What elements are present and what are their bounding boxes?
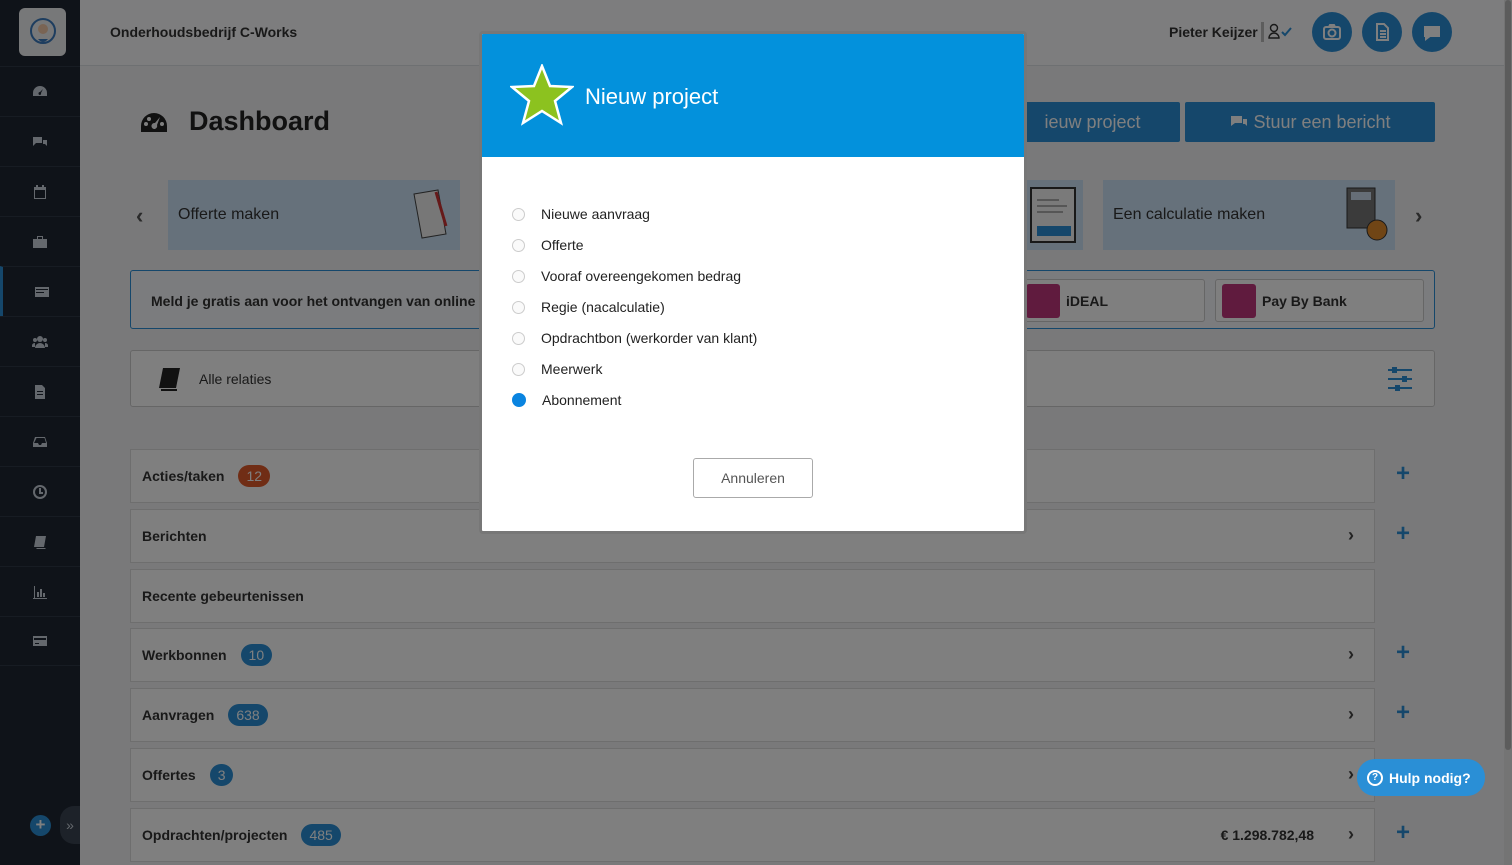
option-fixed-price[interactable]: Vooraf overeengekomen bedrag: [512, 268, 741, 284]
help-button[interactable]: ? Hulp nodig?: [1357, 759, 1485, 796]
option-new-request[interactable]: Nieuwe aanvraag: [512, 206, 650, 222]
option-extra-work[interactable]: Meerwerk: [512, 361, 602, 377]
option-subscription[interactable]: Abonnement: [512, 392, 621, 408]
option-label: Vooraf overeengekomen bedrag: [541, 268, 742, 284]
question-icon: ?: [1367, 769, 1383, 786]
option-label: Opdrachtbon (werkorder van klant): [541, 330, 758, 346]
radio-button[interactable]: [512, 331, 525, 345]
help-label: Hulp nodig?: [1389, 769, 1471, 786]
radio-button-selected[interactable]: [512, 393, 526, 407]
option-quote[interactable]: Offerte: [512, 237, 584, 253]
radio-button[interactable]: [512, 300, 525, 314]
radio-button[interactable]: [512, 269, 525, 283]
new-project-modal: Nieuw project Nieuwe aanvraag Offerte Vo…: [479, 31, 1027, 534]
star-icon: [510, 64, 574, 126]
option-label: Meerwerk: [541, 361, 603, 377]
option-label: Regie (nacalculatie): [541, 299, 665, 315]
cancel-button[interactable]: Annuleren: [693, 458, 813, 498]
option-work-order[interactable]: Opdrachtbon (werkorder van klant): [512, 330, 757, 346]
modal-header: Nieuw project: [482, 34, 1024, 157]
radio-button[interactable]: [512, 238, 525, 252]
modal-title: Nieuw project: [585, 84, 719, 109]
option-label: Abonnement: [542, 392, 622, 408]
option-time-material[interactable]: Regie (nacalculatie): [512, 299, 665, 315]
radio-button[interactable]: [512, 207, 525, 221]
option-label: Nieuwe aanvraag: [541, 206, 650, 222]
radio-button[interactable]: [512, 362, 525, 376]
option-label: Offerte: [541, 237, 584, 253]
